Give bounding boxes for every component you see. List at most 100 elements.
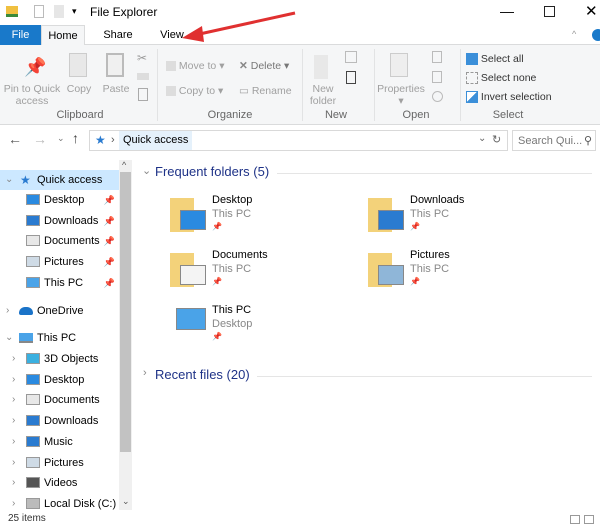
scroll-thumb[interactable] — [120, 172, 131, 452]
nav-quick-item[interactable]: Pictures 📌 — [0, 252, 119, 272]
nav-pc-item[interactable]: › 3D Objects — [0, 349, 119, 369]
status-bar: 25 items — [0, 510, 600, 529]
folder-tile[interactable]: Documents This PC 📌 — [170, 247, 360, 297]
expand-chevron-icon[interactable]: › — [12, 349, 15, 369]
details-view-button[interactable] — [570, 515, 580, 524]
properties-qat-icon[interactable] — [34, 5, 44, 18]
music-icon — [26, 435, 40, 447]
copy-path-icon[interactable] — [137, 73, 149, 80]
pin-to-quick-access-button[interactable]: Pin to Quick access — [2, 83, 62, 107]
pictures-folder-icon — [368, 247, 412, 291]
search-icon: ⚲ — [584, 135, 593, 147]
expand-chevron-icon[interactable]: ⌄ — [5, 170, 13, 190]
nav-label: Downloads — [44, 415, 99, 428]
recent-files-header[interactable]: › Recent files (20) — [142, 367, 592, 383]
pin-label-2: access — [15, 95, 49, 107]
nav-quick-access[interactable]: ⌄ ★ Quick access — [0, 170, 119, 190]
new-folder-label-1: New — [312, 83, 334, 95]
move-to-button[interactable]: Move to ▾ — [166, 60, 224, 72]
frequent-folders-header[interactable]: ⌄ Frequent folders (5) — [142, 164, 592, 180]
nav-quick-item[interactable]: Desktop 📌 — [0, 190, 119, 210]
nav-pc-item[interactable]: › Music — [0, 432, 119, 452]
breadcrumb-quick-access[interactable]: Quick access — [119, 131, 193, 150]
nav-pc-item[interactable]: › Desktop — [0, 370, 119, 390]
paste-shortcut-icon[interactable] — [138, 88, 148, 101]
new-item-icon[interactable] — [345, 51, 357, 63]
delete-button[interactable]: ✕ Delete ▾ — [239, 60, 289, 72]
close-button[interactable]: ✕ — [585, 2, 598, 20]
folder-tile[interactable]: Pictures This PC 📌 — [368, 247, 558, 297]
expand-chevron-icon[interactable]: › — [12, 390, 15, 410]
folder-tile[interactable]: Desktop This PC 📌 — [170, 192, 360, 242]
collapse-chevron-icon: ⌄ — [142, 165, 152, 177]
back-button[interactable]: ← — [8, 131, 22, 147]
new-folder-button[interactable]: New folder — [305, 83, 341, 107]
folder-tile[interactable]: This PC Desktop 📌 — [170, 302, 360, 352]
minimize-ribbon-icon[interactable]: ^ — [572, 29, 576, 39]
open-icon[interactable] — [432, 51, 442, 63]
nav-quick-item[interactable]: Documents 📌 — [0, 231, 119, 251]
nav-label: Documents — [44, 235, 100, 248]
address-row: ← → ⌄ ↑ ★ › Quick access ⌄ ↻ Search Qui.… — [0, 127, 600, 154]
select-none-button[interactable]: Select none — [466, 72, 536, 85]
tab-file[interactable]: File — [0, 25, 41, 45]
separator — [460, 49, 461, 121]
nav-pc-item[interactable]: › Videos — [0, 473, 119, 493]
expand-chevron-icon[interactable]: › — [12, 453, 15, 473]
expand-chevron-icon[interactable]: › — [12, 411, 15, 431]
tab-home[interactable]: Home — [41, 25, 85, 46]
folder-tile[interactable]: Downloads This PC 📌 — [368, 192, 558, 242]
nav-pc-item[interactable]: › Downloads — [0, 411, 119, 431]
customize-qat-icon[interactable]: ▾ — [72, 6, 77, 17]
folder-location: This PC — [212, 208, 252, 220]
invert-selection-icon — [466, 91, 478, 104]
search-input[interactable]: Search Qui... — [518, 135, 582, 147]
nav-quick-item[interactable]: Downloads 📌 — [0, 211, 119, 231]
refresh-button[interactable]: ↻ — [492, 133, 501, 146]
copy-button[interactable]: Copy — [62, 83, 96, 95]
new-folder-qat-icon[interactable] — [54, 5, 64, 18]
search-box[interactable]: Search Qui... ⚲ — [512, 130, 596, 151]
nav-quick-item[interactable]: This PC 📌 — [0, 273, 119, 293]
paste-button[interactable]: Paste — [100, 83, 132, 95]
downloads-icon — [26, 214, 40, 226]
copy-to-button[interactable]: Copy to ▾ — [166, 85, 223, 97]
scroll-down-icon[interactable]: ⌄ — [122, 496, 130, 507]
invert-selection-button[interactable]: Invert selection — [466, 91, 552, 104]
nav-label: Desktop — [44, 194, 85, 206]
maximize-button[interactable] — [544, 6, 555, 17]
move-to-label: Move to — [178, 60, 217, 72]
item-count: 25 items — [8, 513, 46, 524]
easy-access-icon[interactable] — [346, 71, 356, 84]
header-divider — [257, 376, 592, 377]
address-bar[interactable]: ★ › Quick access ⌄ ↻ — [89, 130, 508, 151]
expand-chevron-icon[interactable]: › — [12, 432, 15, 452]
nav-onedrive[interactable]: › OneDrive — [0, 301, 119, 321]
help-icon[interactable] — [592, 29, 600, 41]
rename-button[interactable]: ▭ Rename — [239, 85, 292, 97]
expand-chevron-icon[interactable]: › — [12, 473, 15, 493]
forward-button[interactable]: → — [33, 131, 47, 147]
nav-this-pc[interactable]: ⌄ This PC — [0, 328, 119, 348]
folder-location: Desktop — [212, 318, 253, 330]
up-button[interactable]: ↑ — [72, 130, 79, 146]
expand-chevron-icon[interactable]: ⌄ — [5, 328, 13, 348]
scroll-up-icon[interactable]: ^ — [122, 160, 126, 170]
properties-button[interactable]: Properties ▾ — [376, 83, 426, 107]
local-disk-icon — [26, 497, 40, 509]
nav-scrollbar[interactable]: ^ ⌄ — [119, 160, 132, 510]
expand-chevron-icon[interactable]: › — [12, 370, 15, 390]
history-icon[interactable] — [432, 91, 443, 102]
nav-pc-item[interactable]: › Pictures — [0, 453, 119, 473]
minimize-button[interactable]: — — [500, 3, 514, 19]
address-dropdown-icon[interactable]: ⌄ — [478, 133, 486, 144]
select-all-button[interactable]: Select all — [466, 53, 524, 66]
tab-share[interactable]: Share — [96, 25, 140, 45]
recent-locations-icon[interactable]: ⌄ — [57, 133, 65, 144]
edit-icon[interactable] — [432, 71, 442, 83]
nav-pc-item[interactable]: › Documents — [0, 390, 119, 410]
large-icons-view-button[interactable] — [584, 515, 594, 524]
cut-icon[interactable]: ✂ — [137, 51, 147, 65]
pin-label-1: Pin to Quick — [3, 83, 61, 95]
expand-chevron-icon[interactable]: › — [6, 301, 9, 321]
